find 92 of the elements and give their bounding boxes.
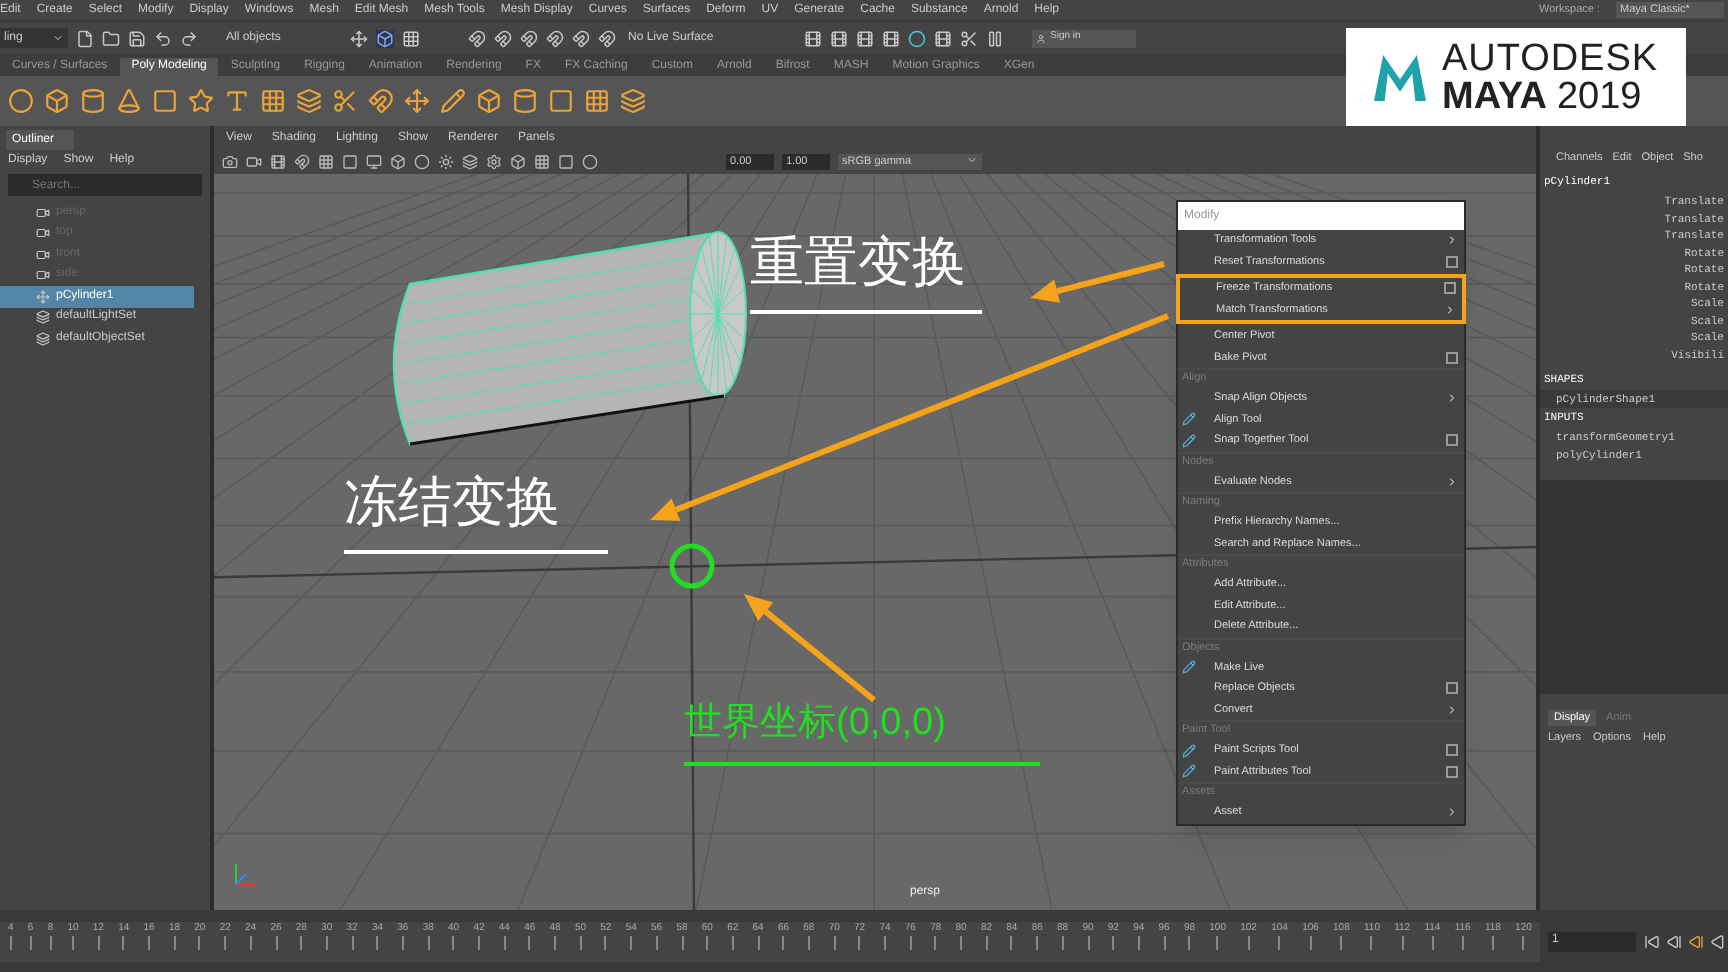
magnet-icon[interactable]	[294, 154, 310, 170]
caret-icon	[52, 32, 64, 44]
move-icon[interactable]	[404, 88, 430, 114]
save-icon[interactable]	[128, 29, 146, 47]
magnet-icon[interactable]	[468, 29, 486, 47]
axis-icon	[230, 862, 258, 890]
pause-icon[interactable]	[986, 29, 1004, 47]
product-name: MAYA	[1442, 77, 1547, 115]
transform-icon	[36, 289, 50, 304]
monitor-icon[interactable]	[366, 154, 382, 170]
play-back-icon[interactable]	[1710, 933, 1726, 949]
option-box[interactable]	[1446, 434, 1458, 447]
plane-icon[interactable]	[548, 88, 574, 114]
grid-icon[interactable]	[534, 154, 550, 170]
cube-icon[interactable]	[476, 88, 502, 114]
grid-icon[interactable]	[260, 88, 286, 114]
cube-icon[interactable]	[390, 154, 406, 170]
tool-icon	[1182, 660, 1196, 675]
star-icon[interactable]	[188, 88, 214, 114]
move-icon[interactable]	[350, 29, 368, 47]
layers-icon[interactable]	[296, 88, 322, 114]
step-back-icon[interactable]	[1688, 933, 1704, 949]
option-box[interactable]	[1446, 255, 1458, 268]
option-box[interactable]	[1444, 282, 1456, 295]
undo-icon[interactable]	[154, 29, 172, 47]
grid-icon[interactable]	[402, 29, 420, 47]
scissors-icon[interactable]	[332, 88, 358, 114]
annotation-label: 世界坐标(0,0,0)	[684, 704, 1040, 766]
scissors-icon[interactable]	[960, 29, 978, 47]
film-icon[interactable]	[270, 154, 286, 170]
option-box[interactable]	[1446, 351, 1458, 364]
film-icon[interactable]	[882, 29, 900, 47]
magnet-icon[interactable]	[494, 29, 512, 47]
folder-icon[interactable]	[102, 29, 120, 47]
cone-icon[interactable]	[116, 88, 142, 114]
tool-icon	[1182, 764, 1196, 779]
option-box[interactable]	[1446, 744, 1458, 757]
option-box[interactable]	[1446, 765, 1458, 778]
user-icon	[1036, 33, 1046, 43]
text-icon[interactable]	[224, 88, 250, 114]
sphere-icon[interactable]	[414, 154, 430, 170]
video-icon[interactable]	[246, 154, 262, 170]
new-file-icon[interactable]	[76, 29, 94, 47]
cube-icon[interactable]	[44, 88, 70, 114]
tool-icon	[1182, 433, 1196, 448]
sphere-icon[interactable]	[582, 154, 598, 170]
redo-icon[interactable]	[180, 29, 198, 47]
step-back-icon[interactable]	[1666, 933, 1682, 949]
magnet-icon[interactable]	[572, 29, 590, 47]
frame-icon[interactable]	[558, 154, 574, 170]
cube-icon[interactable]	[510, 154, 526, 170]
camera-icon	[36, 247, 50, 262]
light-icon[interactable]	[438, 154, 454, 170]
pencil-icon[interactable]	[440, 88, 466, 114]
camera-icon	[36, 226, 50, 241]
frame-icon[interactable]	[342, 154, 358, 170]
annotation-label: 冻结变换	[344, 476, 608, 554]
annotation-label: 重置变换	[750, 236, 982, 314]
tool-icon	[1182, 743, 1196, 758]
arrow	[1030, 261, 1165, 303]
settings-icon[interactable]	[486, 154, 502, 170]
brand-name: AUTODESK	[1442, 39, 1658, 77]
magnet-icon[interactable]	[520, 29, 538, 47]
magnet-icon[interactable]	[546, 29, 564, 47]
film-icon[interactable]	[856, 29, 874, 47]
film-icon[interactable]	[830, 29, 848, 47]
layers-icon[interactable]	[462, 154, 478, 170]
product-version: 2019	[1556, 77, 1642, 115]
caret-icon	[966, 153, 978, 166]
magnet-icon[interactable]	[598, 29, 616, 47]
arrow	[744, 594, 876, 703]
film-icon[interactable]	[804, 29, 822, 47]
cylinder-icon[interactable]	[512, 88, 538, 114]
cube-icon[interactable]	[376, 29, 394, 47]
film-icon[interactable]	[934, 29, 952, 47]
set-icon	[36, 331, 50, 346]
cylinder-icon[interactable]	[80, 88, 106, 114]
sphere-icon[interactable]	[8, 88, 34, 114]
circle-icon[interactable]	[908, 29, 926, 47]
magnet-icon[interactable]	[368, 88, 394, 114]
grid-icon[interactable]	[584, 88, 610, 114]
tool-icon	[1182, 412, 1196, 427]
camera-icon	[36, 205, 50, 220]
origin-marker	[669, 543, 715, 589]
grid-icon[interactable]	[318, 154, 334, 170]
skip-back-icon[interactable]	[1644, 933, 1660, 949]
layers-icon[interactable]	[620, 88, 646, 114]
plane-icon[interactable]	[152, 88, 178, 114]
camera-icon	[36, 268, 50, 283]
option-box[interactable]	[1446, 682, 1458, 695]
set-icon	[36, 310, 50, 325]
camera-icon[interactable]	[222, 154, 238, 170]
